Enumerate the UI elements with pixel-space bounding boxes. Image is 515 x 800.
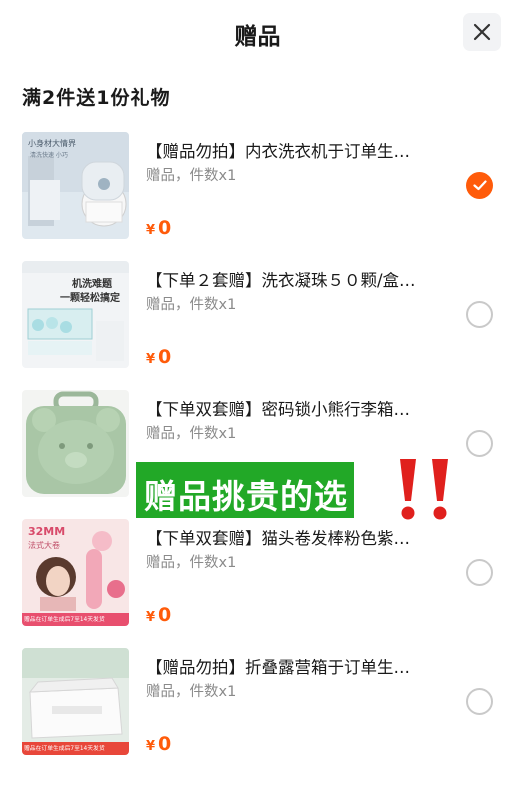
product-image: 32MM 法式大卷 赠品在订单生成后7至14天发货 — [22, 519, 129, 626]
double-exclamation-icon — [400, 459, 448, 520]
item-meta: 赠品，件数x1 — [146, 684, 237, 700]
currency-symbol: ¥ — [146, 223, 156, 238]
item-price: ¥0 — [146, 217, 171, 239]
select-radio[interactable] — [466, 688, 493, 715]
select-radio[interactable] — [466, 301, 493, 328]
modal-header: 赠品 — [0, 0, 515, 66]
price-value: 0 — [158, 733, 172, 755]
overlay-caption: 赠品挑贵的选 — [136, 462, 354, 518]
item-meta: 赠品，件数x1 — [146, 168, 237, 184]
item-price: ¥0 — [146, 733, 171, 755]
select-radio[interactable] — [466, 172, 493, 199]
item-price: ¥0 — [146, 346, 171, 368]
item-meta: 赠品，件数x1 — [146, 426, 237, 442]
product-image-text: 清洗快速 小巧 — [30, 152, 68, 159]
price-value: 0 — [158, 217, 172, 239]
product-image-text: 小身材大情界 — [28, 139, 76, 148]
price-value: 0 — [158, 346, 172, 368]
item-price: ¥0 — [146, 604, 171, 626]
currency-symbol: ¥ — [146, 739, 156, 754]
close-button[interactable] — [463, 13, 501, 51]
item-name: 【赠品勿拍】折叠露营箱于订单生… — [146, 658, 410, 677]
select-radio[interactable] — [466, 559, 493, 586]
product-image-text: 一颗轻松搞定 — [60, 293, 120, 304]
gift-item[interactable]: 赠品在订单生成后7至14天发货 【赠品勿拍】折叠露营箱于订单生… 赠品，件数x1… — [0, 648, 515, 758]
item-name: 【下单双套赠】猫头卷发棒粉色紫… — [146, 529, 410, 548]
gift-item[interactable]: 小身材大情界 清洗快速 小巧 【赠品勿拍】内衣洗衣机于订单生… 赠品，件数x1 … — [0, 132, 515, 242]
currency-symbol: ¥ — [146, 610, 156, 625]
select-radio[interactable] — [466, 430, 493, 457]
gift-item[interactable]: 32MM 法式大卷 赠品在订单生成后7至14天发货 【下单双套赠】猫头卷发棒粉色… — [0, 519, 515, 629]
item-name: 【赠品勿拍】内衣洗衣机于订单生… — [146, 142, 410, 161]
gift-item[interactable]: 机洗难题 一颗轻松搞定 【下单２套赠】洗衣凝珠５０颗/盒… 赠品，件数x1 ¥0 — [0, 261, 515, 371]
product-image: 机洗难题 一颗轻松搞定 — [22, 261, 129, 368]
item-name: 【下单２套赠】洗衣凝珠５０颗/盒… — [146, 271, 416, 290]
modal-title: 赠品 — [234, 24, 281, 50]
product-image-text: 机洗难题 — [72, 279, 112, 290]
checkmark-icon — [472, 180, 487, 191]
product-image-footer: 赠品在订单生成后7至14天发货 — [24, 617, 105, 623]
price-value: 0 — [158, 604, 172, 626]
item-meta: 赠品，件数x1 — [146, 555, 237, 571]
promo-text: 满2件送1份礼物 — [22, 87, 171, 109]
item-meta: 赠品，件数x1 — [146, 297, 237, 313]
item-name: 【下单双套赠】密码锁小熊行李箱… — [146, 400, 410, 419]
product-image: 赠品在订单生成后7至14天发货 — [22, 648, 129, 755]
product-image-footer: 赠品在订单生成后7至14天发货 — [24, 746, 105, 752]
product-image-text: 32MM — [28, 525, 66, 538]
product-image-text: 法式大卷 — [28, 541, 60, 550]
close-icon — [473, 23, 491, 41]
product-image: 小身材大情界 清洗快速 小巧 — [22, 132, 129, 239]
currency-symbol: ¥ — [146, 352, 156, 367]
product-image — [22, 390, 129, 497]
